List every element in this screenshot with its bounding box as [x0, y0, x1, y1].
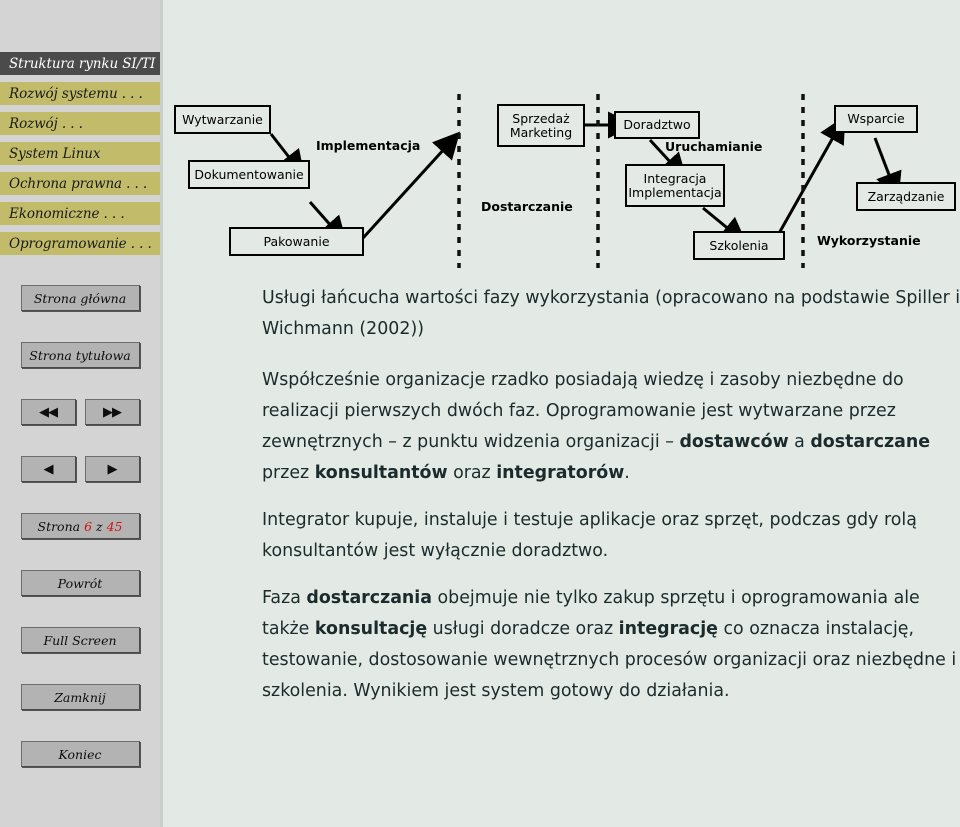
title-page-button-label: Strona tytułowa	[29, 347, 131, 363]
diagram-box-label: Dokumentowanie	[194, 166, 304, 182]
p2-bold-dostawcow: dostawców	[679, 432, 789, 452]
sidebar-item-rozwoj[interactable]: Rozwój . . .	[0, 112, 160, 135]
diagram-box-wytwarzanie: Wytwarzanie	[174, 105, 271, 134]
last-page-button[interactable]: ▶▶	[84, 399, 140, 425]
sidebar-item-label: Ochrona prawna . . .	[9, 175, 148, 192]
page-current-value: 6	[84, 518, 93, 534]
close-button-label: Zamknij	[54, 689, 106, 705]
page-prefix-label: Strona	[37, 518, 81, 534]
p2-part4: oraz	[447, 463, 497, 483]
back-button[interactable]: Powrót	[20, 570, 140, 596]
prev-next-row: ◀ ▶	[20, 456, 140, 482]
diagram-box-pakowanie: Pakowanie	[229, 227, 364, 256]
diagram-box-dokumentowanie: Dokumentowanie	[188, 160, 310, 189]
first-last-row: ◀◀ ▶▶	[20, 399, 140, 425]
sidebar-item-label: Struktura rynku SI/TI	[9, 55, 156, 72]
navigation-panel: Strona główna Strona tytułowa ◀◀ ▶▶ ◀ ▶	[0, 285, 160, 767]
double-left-arrow-icon: ◀◀	[39, 404, 58, 420]
sidebar-item-label: Oprogramowanie . . .	[9, 235, 152, 252]
close-button[interactable]: Zamknij	[20, 684, 140, 710]
p2-part2: a	[788, 432, 811, 452]
fullscreen-button[interactable]: Full Screen	[20, 627, 140, 653]
p4-bold-konsultacje: konsultację	[314, 619, 428, 639]
quit-button-label: Koniec	[58, 746, 102, 762]
diagram-box-label-line2: Implementacja	[628, 184, 722, 200]
p2-bold-dostarczane: dostarczane	[810, 432, 931, 452]
paragraph-3: Integrator kupuje, instaluje i testuje a…	[262, 510, 917, 561]
diagram-box-sprzedaz-marketing: Sprzedaż Marketing	[497, 104, 585, 147]
p2-part3: przez	[262, 463, 315, 483]
home-button[interactable]: Strona główna	[20, 285, 140, 311]
sidebar: Struktura rynku SI/TI Rozwój systemu . .…	[0, 0, 163, 827]
prev-page-button[interactable]: ◀	[20, 456, 76, 482]
sidebar-item-ochrona-prawna[interactable]: Ochrona prawna . . .	[0, 172, 160, 195]
page-of-label: z	[96, 518, 103, 534]
p4-bold-integracje: integrację	[618, 619, 718, 639]
fullscreen-button-label: Full Screen	[43, 632, 117, 648]
quit-button[interactable]: Koniec	[20, 741, 140, 767]
home-button-label: Strona główna	[33, 290, 127, 306]
title-page-button[interactable]: Strona tytułowa	[20, 342, 140, 368]
sidebar-item-system-linux[interactable]: System Linux	[0, 142, 160, 165]
diagram-phase-label-implementacja: Implementacja	[316, 138, 421, 153]
left-arrow-icon: ◀	[43, 461, 54, 477]
diagram-box-label: Zarządzanie	[867, 188, 945, 204]
figure-caption: Usługi łańcucha wartości fazy wykorzysta…	[262, 288, 960, 339]
paragraph-2: Współcześnie organizacje rzadko posiadaj…	[262, 365, 960, 489]
diagram-box-wsparcie: Wsparcie	[834, 105, 918, 133]
table-of-contents: Struktura rynku SI/TI Rozwój systemu . .…	[0, 52, 160, 262]
next-page-button[interactable]: ▶	[84, 456, 140, 482]
p4-part1: Faza	[262, 588, 307, 608]
diagram-box-label: Szkolenia	[709, 237, 769, 253]
diagram-box-label-line1: Integracja	[643, 170, 707, 186]
diagram-box-label: Doradztwo	[623, 117, 691, 132]
diagram-box-label: Wytwarzanie	[182, 111, 263, 127]
first-page-button[interactable]: ◀◀	[20, 399, 76, 425]
diagram-phase-label-wykorzystanie: Wykorzystanie	[817, 233, 921, 248]
diagram-box-label-line1: Sprzedaż	[512, 110, 570, 126]
sidebar-item-rozwoj-systemu[interactable]: Rozwój systemu . . .	[0, 82, 160, 105]
paragraph-4: Faza dostarczania obejmuje nie tylko zak…	[262, 583, 960, 707]
page-total-value: 45	[106, 518, 123, 534]
p4-part3: usługi doradcze oraz	[427, 619, 619, 639]
diagram-phase-label-uruchamianie: Uruchamianie	[665, 139, 763, 154]
sidebar-item-label: Rozwój . . .	[9, 115, 83, 132]
p4-bold-dostarczania: dostarczania	[306, 588, 433, 608]
diagram-box-label-line2: Marketing	[509, 124, 573, 140]
p2-bold-konsultantow: konsultantów	[314, 463, 448, 483]
p2-bold-integratorow: integratorów	[496, 463, 625, 483]
diagram-phase-label-dostarczanie: Dostarczanie	[481, 199, 573, 214]
page-indicator[interactable]: Strona 6 z 45	[20, 513, 140, 539]
back-button-label: Powrót	[57, 575, 103, 591]
diagram-box-label: Wsparcie	[847, 111, 905, 126]
diagram-box-szkolenia: Szkolenia	[693, 231, 785, 260]
value-chain-diagram: Wytwarzanie Dokumentowanie Pakowanie Spr…	[163, 92, 960, 274]
sidebar-item-label: Ekonomiczne . . .	[9, 205, 125, 222]
p2-part5: .	[624, 463, 630, 483]
diagram-box-zarzadzanie: Zarządzanie	[856, 182, 956, 211]
sidebar-item-label: System Linux	[9, 145, 101, 162]
sidebar-item-struktura-rynku[interactable]: Struktura rynku SI/TI	[0, 52, 160, 75]
body-text: Usługi łańcucha wartości fazy wykorzysta…	[262, 283, 960, 723]
sidebar-item-label: Rozwój systemu . . .	[9, 85, 143, 102]
right-arrow-icon: ▶	[107, 461, 118, 477]
diagram-box-label: Pakowanie	[263, 233, 330, 249]
double-right-arrow-icon: ▶▶	[103, 404, 122, 420]
diagram-box-doradztwo: Doradztwo	[614, 111, 700, 139]
main-content: Wytwarzanie Dokumentowanie Pakowanie Spr…	[163, 0, 960, 827]
sidebar-item-ekonomiczne[interactable]: Ekonomiczne . . .	[0, 202, 160, 225]
sidebar-item-oprogramowanie[interactable]: Oprogramowanie . . .	[0, 232, 160, 255]
diagram-box-integracja-implementacja: Integracja Implementacja	[625, 164, 725, 207]
